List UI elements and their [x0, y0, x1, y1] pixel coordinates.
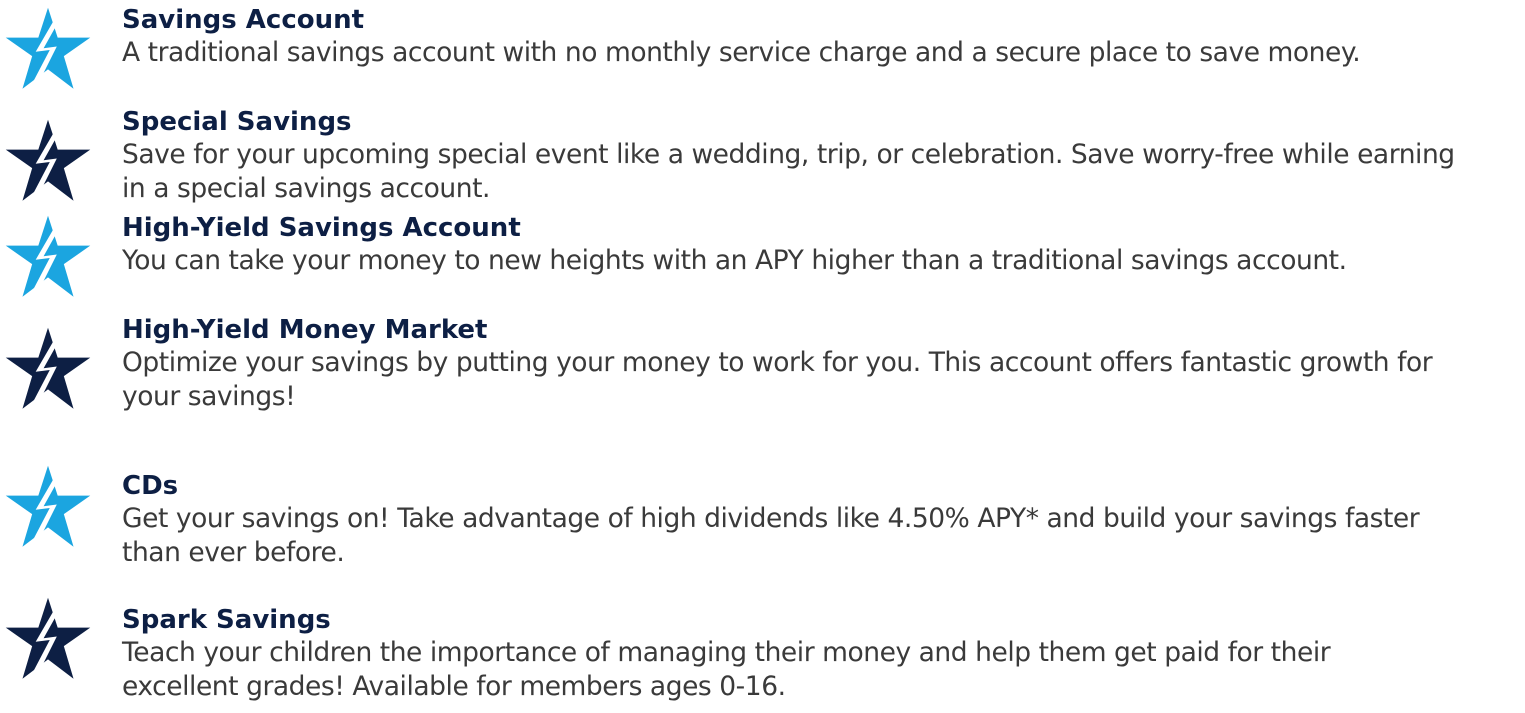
item-title: CDs — [122, 471, 179, 501]
item-title: High-Yield Money Market — [122, 315, 488, 345]
item-description-line: Get your savings on! Take advantage of h… — [122, 503, 1420, 534]
item-title: Spark Savings — [122, 605, 331, 635]
item-description-line: A traditional savings account with no mo… — [122, 37, 1361, 68]
item-description-line: excellent grades! Available for members … — [122, 671, 786, 702]
star-bolt-svg — [5, 327, 91, 409]
item-description-line: than ever before. — [122, 537, 345, 568]
item-description-line: in a special savings account. — [122, 173, 491, 204]
item-title: Savings Account — [122, 5, 365, 35]
item-description-line: Optimize your savings by putting your mo… — [122, 347, 1433, 378]
star-bolt-svg — [5, 215, 91, 297]
star-bolt-svg — [5, 119, 91, 201]
star-bolt-icon — [4, 214, 92, 302]
item-title: High-Yield Savings Account — [122, 213, 521, 243]
savings-products-list: Savings Account A traditional savings ac… — [0, 0, 1525, 713]
item-title: Special Savings — [122, 107, 352, 137]
item-description-line: Teach your children the importance of ma… — [122, 637, 1331, 668]
star-bolt-svg — [5, 7, 91, 89]
item-description-line: Save for your upcoming special event lik… — [122, 139, 1455, 170]
star-bolt-icon — [4, 6, 92, 94]
star-bolt-svg — [5, 597, 91, 679]
star-bolt-icon — [4, 596, 92, 684]
item-description-line: You can take your money to new heights w… — [122, 245, 1347, 276]
star-bolt-icon — [4, 118, 92, 206]
star-bolt-svg — [5, 465, 91, 547]
item-description-line: your savings! — [122, 381, 296, 412]
star-bolt-icon — [4, 326, 92, 414]
star-bolt-icon — [4, 464, 92, 552]
